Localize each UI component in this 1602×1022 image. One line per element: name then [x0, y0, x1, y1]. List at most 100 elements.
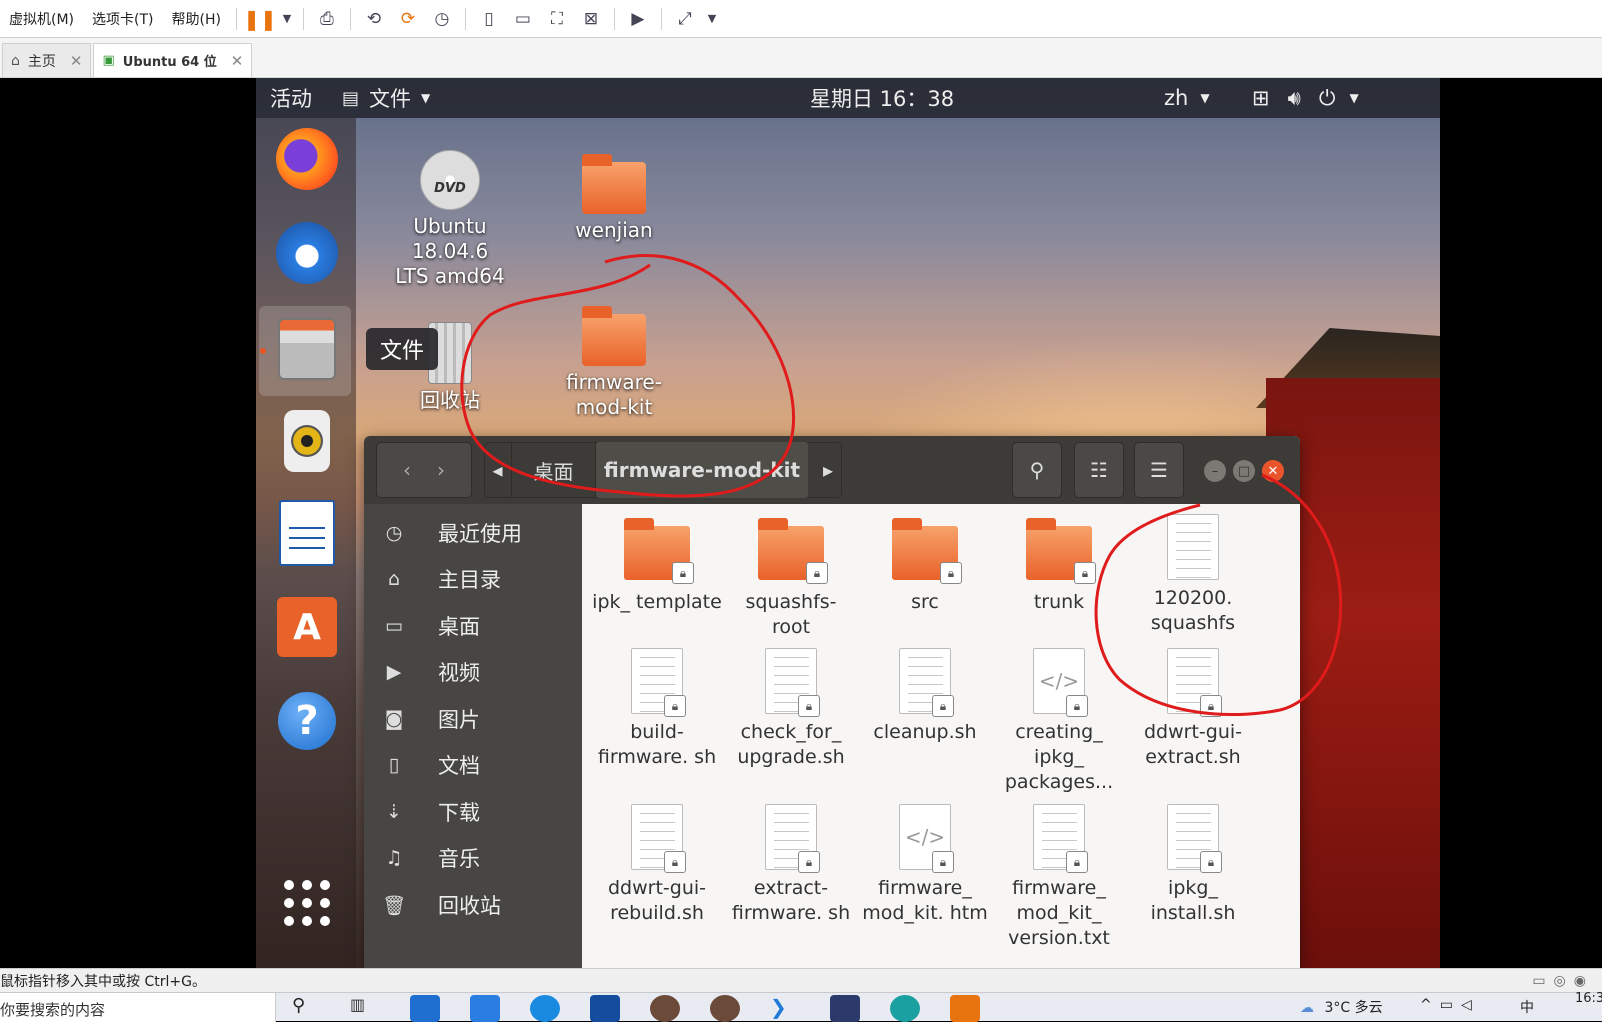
file-item[interactable]: </> 🔒︎ firmware_ mod_kit. htm: [858, 804, 992, 926]
sidebar-item-pictures[interactable]: ◙ 图片: [364, 696, 582, 742]
tray-icons[interactable]: ^▭◁: [1420, 997, 1480, 1013]
sidebar-item-recent[interactable]: ◷ 最近使用: [364, 510, 582, 556]
unity-icon[interactable]: ⊠: [578, 6, 604, 32]
app-menu[interactable]: ▤ 文件 ▼: [342, 78, 430, 118]
thumbnail-view-icon[interactable]: ▭: [510, 6, 536, 32]
breadcrumb-desktop[interactable]: 桌面: [512, 442, 596, 498]
sidebar-item-label: 音乐: [438, 847, 480, 871]
restore-snapshot-icon[interactable]: ⟳: [395, 6, 421, 32]
rhythmbox-icon[interactable]: [274, 408, 340, 474]
firefox-icon[interactable]: [274, 126, 340, 192]
back-icon[interactable]: ‹: [403, 458, 411, 482]
desktop-icon-firmware-mod-kit[interactable]: firmware-mod-kit: [544, 306, 684, 420]
path-right-icon[interactable]: ▸: [814, 442, 842, 498]
devcpp-icon[interactable]: [830, 995, 860, 1022]
files-icon[interactable]: [274, 316, 340, 382]
user-app-icon[interactable]: [710, 995, 740, 1022]
search-button[interactable]: ⚲: [1012, 442, 1062, 498]
app-icon[interactable]: [590, 995, 620, 1022]
lock-icon: 🔒︎: [1200, 695, 1222, 717]
taskbar-search[interactable]: 你要搜索的内容: [0, 993, 276, 1022]
menu-help[interactable]: 帮助(H): [163, 0, 230, 37]
sidebar-item-label: 文档: [438, 754, 480, 778]
store-icon[interactable]: [410, 995, 440, 1022]
ime-indicator[interactable]: 中: [1520, 997, 1534, 1017]
taskbar-clock[interactable]: 16:3: [1575, 991, 1602, 1006]
menu-tabs[interactable]: 选项卡(T): [83, 0, 162, 37]
file-item[interactable]: 🔒︎ src: [858, 518, 992, 615]
weather-widget[interactable]: ☁ 3°C 多云: [1300, 997, 1383, 1017]
user-app-icon[interactable]: [650, 995, 680, 1022]
file-item[interactable]: 🔒︎ ipk_ template: [590, 518, 724, 615]
input-method[interactable]: zh ▼: [1164, 78, 1210, 118]
tab-home[interactable]: ⌂ 主页 ✕: [2, 43, 92, 77]
stretch-icon[interactable]: ⤢: [672, 6, 698, 32]
vscode-icon[interactable]: ❯: [770, 995, 800, 1022]
chevron-down-icon[interactable]: ▼: [706, 6, 718, 32]
chevron-down-icon: ▼: [421, 91, 431, 105]
sidebar-item-desktop[interactable]: ▭ 桌面: [364, 603, 582, 649]
fullscreen-icon[interactable]: ⛶: [544, 6, 570, 32]
file-item[interactable]: 🔒︎ trunk: [992, 518, 1126, 615]
file-item[interactable]: 🔒︎ extract- firmware. sh: [724, 804, 858, 926]
sidebar-view-icon[interactable]: ▯: [476, 6, 502, 32]
file-item[interactable]: 120200. squashfs: [1126, 514, 1260, 636]
breadcrumb-current[interactable]: firmware-mod-kit: [596, 442, 808, 498]
file-item[interactable]: 🔒︎ cleanup.sh: [858, 648, 992, 745]
file-item[interactable]: 🔒︎ ddwrt-gui- extract.sh: [1126, 648, 1260, 770]
send-keys-icon[interactable]: ⎙: [314, 6, 340, 32]
file-item[interactable]: </> 🔒︎ creating_ ipkg_ packages...: [992, 648, 1126, 795]
menu-button[interactable]: ☰: [1134, 442, 1184, 498]
close-button[interactable]: ✕: [1262, 460, 1284, 482]
pause-icon[interactable]: ❚❚: [243, 6, 277, 32]
vm-display[interactable]: 活动 ▤ 文件 ▼ 星期日 16：38 zh ▼ ⊞ 🔊︎ ⏻ ▼ A ? DV…: [0, 78, 1602, 968]
task-view-icon[interactable]: ▥: [350, 995, 380, 1022]
sidebar-item-music[interactable]: ♫ 音乐: [364, 835, 582, 881]
snapshot-manager-icon[interactable]: ◷: [429, 6, 455, 32]
libreoffice-writer-icon[interactable]: [274, 500, 340, 566]
close-icon[interactable]: ✕: [70, 52, 83, 70]
desktop-icon-dvd[interactable]: DVD Ubuntu 18.04.6 LTS amd64: [380, 150, 520, 289]
maximize-button[interactable]: □: [1233, 460, 1255, 482]
console-icon[interactable]: ▶: [625, 6, 651, 32]
sidebar-item-downloads[interactable]: ⇣ 下载: [364, 789, 582, 835]
file-item[interactable]: 🔒︎ firmware_ mod_kit_ version.txt: [992, 804, 1126, 951]
file-label: extract- firmware. sh: [731, 877, 851, 924]
clock[interactable]: 星期日 16：38: [810, 78, 954, 118]
software-center-icon[interactable]: A: [274, 594, 340, 660]
activities-button[interactable]: 活动: [270, 78, 312, 118]
file-item[interactable]: 🔒︎ squashfs- root: [724, 518, 858, 640]
lock-icon: 🔒︎: [664, 851, 686, 873]
sidebar-item-documents[interactable]: ▯ 文档: [364, 742, 582, 788]
sidebar-item-trash[interactable]: 🗑︎ 回收站: [364, 882, 582, 928]
sidebar-item-videos[interactable]: ▶ 视频: [364, 649, 582, 695]
forward-icon[interactable]: ›: [437, 458, 445, 482]
thunderbird-icon[interactable]: [274, 220, 340, 286]
desktop-icon-wenjian[interactable]: wenjian: [544, 154, 684, 243]
edge-icon[interactable]: [530, 995, 560, 1022]
show-apps-icon[interactable]: [274, 870, 340, 936]
browser-icon[interactable]: [890, 995, 920, 1022]
menu-vm[interactable]: 虚拟机(M): [0, 0, 83, 37]
file-item[interactable]: 🔒︎ ddwrt-gui- rebuild.sh: [590, 804, 724, 926]
ubuntu-desktop[interactable]: 活动 ▤ 文件 ▼ 星期日 16：38 zh ▼ ⊞ 🔊︎ ⏻ ▼ A ? DV…: [256, 78, 1440, 968]
file-item[interactable]: 🔒︎ check_for_ upgrade.sh: [724, 648, 858, 770]
minimize-button[interactable]: –: [1204, 460, 1226, 482]
vmware-icon[interactable]: [950, 995, 980, 1022]
file-item[interactable]: 🔒︎ build- firmware. sh: [590, 648, 724, 770]
mail-icon[interactable]: [470, 995, 500, 1022]
sidebar-item-home[interactable]: ⌂ 主目录: [364, 556, 582, 602]
tab-ubuntu[interactable]: ▣ Ubuntu 64 位 ✕: [93, 43, 253, 77]
search-icon[interactable]: ⚲: [292, 995, 322, 1022]
file-item[interactable]: 🔒︎ ipkg_ install.sh: [1126, 804, 1260, 926]
system-menu[interactable]: ⊞ 🔊︎ ⏻ ▼: [1252, 78, 1359, 118]
chevron-down-icon[interactable]: ▼: [281, 6, 293, 32]
close-icon[interactable]: ✕: [231, 52, 244, 70]
path-left-icon[interactable]: ◂: [484, 442, 512, 498]
view-toggle-button[interactable]: ☷: [1074, 442, 1124, 498]
file-label: ddwrt-gui- extract.sh: [1143, 721, 1242, 768]
text-file-icon: [1167, 514, 1219, 580]
snapshot-icon[interactable]: ⟲: [361, 6, 387, 32]
help-icon[interactable]: ?: [274, 688, 340, 754]
maximize-icon: □: [1237, 463, 1251, 479]
